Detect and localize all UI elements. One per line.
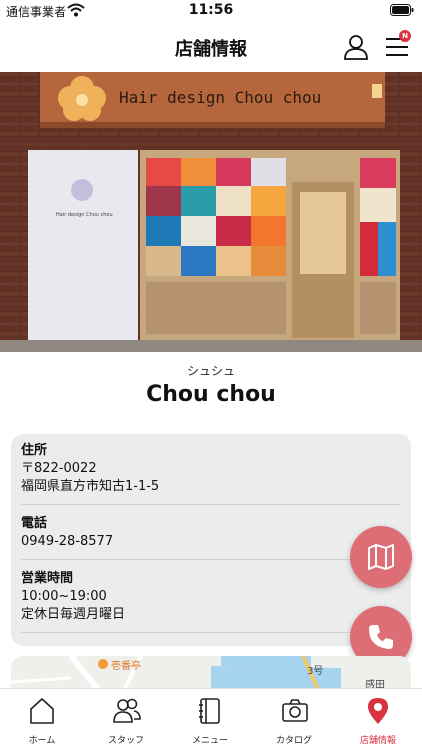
tab-label-menu: メニュー	[191, 736, 228, 746]
nav-bar: 店舗情報 N	[0, 22, 422, 72]
address-section: 住所 〒822-0022 福岡県直方市知古1-1-5	[21, 442, 401, 505]
address-text: 福岡県直方市知古1-1-5	[21, 479, 160, 494]
phone-section: 電話 0949-28-8577	[21, 515, 401, 560]
hours-section: 営業時間 10:00~19:00 定休日毎週月曜日	[21, 570, 401, 633]
tab-store-info[interactable]: 店舗情報	[336, 689, 420, 750]
hours-label: 営業時間	[21, 571, 74, 586]
phone-number[interactable]: 0949-28-8577	[21, 533, 401, 551]
store-info-card: 住所 〒822-0022 福岡県直方市知古1-1-5 電話 0949-28-85…	[11, 434, 411, 646]
window-sign-title: Hair design Chou chou	[56, 212, 113, 218]
map-poi-label: 壱番亭	[111, 661, 141, 672]
battery-icon	[390, 4, 414, 16]
tab-label-staff: スタッフ	[107, 736, 144, 746]
closed-day-text: 定休日毎週月曜日	[21, 607, 126, 622]
tab-staff[interactable]: スタッフ	[84, 689, 168, 750]
hours-text: 10:00~19:00	[21, 589, 107, 604]
notification-badge: N	[399, 30, 411, 42]
store-photo: Hair design Chou chou Hair design Chou c…	[0, 72, 422, 352]
tab-home[interactable]: ホーム	[0, 689, 84, 750]
user-icon[interactable]	[343, 34, 369, 60]
sign-text: Hair design Chou chou	[119, 88, 321, 107]
home-icon	[30, 698, 54, 724]
store-kana: シュシュ	[186, 364, 235, 378]
tab-menu[interactable]: メニュー	[168, 689, 252, 750]
tab-bar: ホーム スタッフ メニュー カタログ 店舗情報	[0, 688, 422, 750]
map-icon	[368, 544, 394, 570]
status-time: 11:56	[188, 2, 234, 18]
address-label: 住所	[21, 443, 48, 458]
tab-label-store-info: 店舗情報	[359, 736, 396, 746]
phone-label: 電話	[21, 516, 48, 531]
store-header: シュシュ Chou chou	[0, 362, 422, 407]
tab-catalog[interactable]: カタログ	[252, 689, 336, 750]
tab-label-catalog: カタログ	[275, 736, 312, 746]
restaurant-pin-icon	[98, 659, 108, 669]
phone-icon	[369, 625, 393, 649]
panel-flower-icon	[71, 179, 93, 201]
staff-icon	[113, 698, 141, 723]
map-button[interactable]	[350, 526, 412, 588]
camera-icon	[282, 699, 308, 722]
map-road-label: 3号	[307, 666, 324, 677]
tab-label-home: ホーム	[28, 736, 56, 746]
location-pin-icon	[368, 698, 388, 724]
menu-book-icon	[199, 698, 220, 724]
postal-code: 〒822-0022	[21, 461, 97, 476]
status-bar: 通信事業者 11:56	[0, 0, 422, 22]
store-name: Chou chou	[146, 382, 276, 407]
